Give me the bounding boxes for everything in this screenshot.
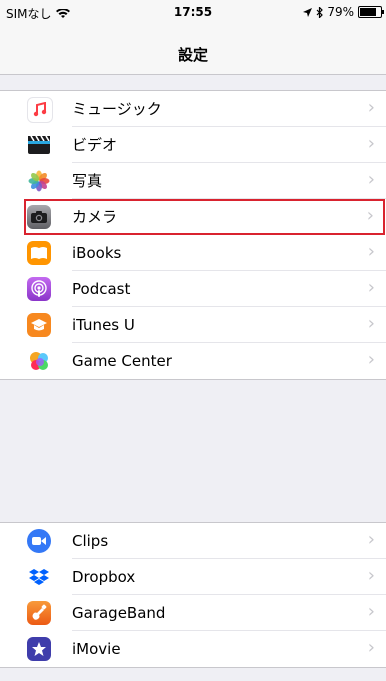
chevron-right-icon: › [367, 241, 375, 262]
star-icon [27, 637, 51, 661]
chevron-right-icon: › [367, 349, 375, 370]
settings-row-camera[interactable]: カメラ › [24, 199, 385, 235]
photos-flower-icon [27, 169, 51, 193]
guitar-icon [27, 601, 51, 625]
chevron-right-icon: › [367, 529, 375, 550]
chevron-right-icon: › [367, 313, 375, 334]
settings-row-imovie[interactable]: iMovie › [0, 631, 386, 667]
clips-icon [27, 529, 51, 553]
settings-row-label: ビデオ [72, 136, 118, 154]
game-center-icon [27, 349, 51, 373]
chevron-right-icon: › [367, 277, 375, 298]
status-bar: SIMなし 17:55 79% [0, 0, 386, 22]
settings-row-ibooks[interactable]: iBooks › [0, 235, 386, 271]
graduation-cap-icon [27, 313, 51, 337]
bluetooth-icon [316, 6, 324, 18]
settings-row-garageband[interactable]: GarageBand › [0, 595, 386, 631]
chevron-right-icon: › [367, 97, 375, 118]
settings-row-label: Podcast [72, 280, 131, 298]
page-title: 設定 [177, 46, 208, 64]
settings-row-label: iMovie [72, 640, 121, 658]
settings-group-apple-apps: ミュージック › ビデオ › 写真 › カメラ › iBooks › Podca… [0, 90, 386, 380]
battery-percent: 79% [327, 5, 354, 19]
settings-row-itunes-u[interactable]: iTunes U › [0, 307, 386, 343]
settings-group-third-party: Clips › Dropbox › GarageBand › iMovie › [0, 522, 386, 668]
settings-row-clips[interactable]: Clips › [0, 523, 386, 559]
music-icon [27, 97, 53, 123]
chevron-right-icon: › [367, 637, 375, 658]
chevron-right-icon: › [367, 133, 375, 154]
chevron-right-icon: › [367, 601, 375, 622]
settings-row-photos[interactable]: 写真 › [0, 163, 386, 199]
settings-row-label: Game Center [72, 352, 172, 370]
settings-row-label: カメラ [72, 208, 118, 226]
settings-row-game-center[interactable]: Game Center › [0, 343, 386, 379]
settings-row-music[interactable]: ミュージック › [0, 91, 386, 127]
battery-icon [358, 6, 384, 18]
camera-icon [27, 205, 51, 229]
navigation-bar: 設定 [0, 22, 386, 75]
chevron-right-icon: › [367, 565, 375, 586]
book-icon [27, 241, 51, 265]
chevron-right-icon: › [366, 205, 374, 226]
settings-row-podcast[interactable]: Podcast › [0, 271, 386, 307]
dropbox-icon [27, 565, 51, 589]
settings-row-label: 写真 [72, 172, 103, 190]
chevron-right-icon: › [367, 169, 375, 190]
settings-row-dropbox[interactable]: Dropbox › [0, 559, 386, 595]
clapperboard-icon [27, 133, 51, 157]
settings-row-label: ミュージック [72, 100, 162, 118]
location-icon [303, 7, 313, 17]
settings-row-label: Dropbox [72, 568, 136, 586]
podcast-icon [27, 277, 51, 301]
settings-row-label: iBooks [72, 244, 122, 262]
settings-row-label: iTunes U [72, 316, 135, 334]
settings-row-videos[interactable]: ビデオ › [0, 127, 386, 163]
settings-row-label: Clips [72, 532, 109, 550]
settings-row-label: GarageBand [72, 604, 166, 622]
